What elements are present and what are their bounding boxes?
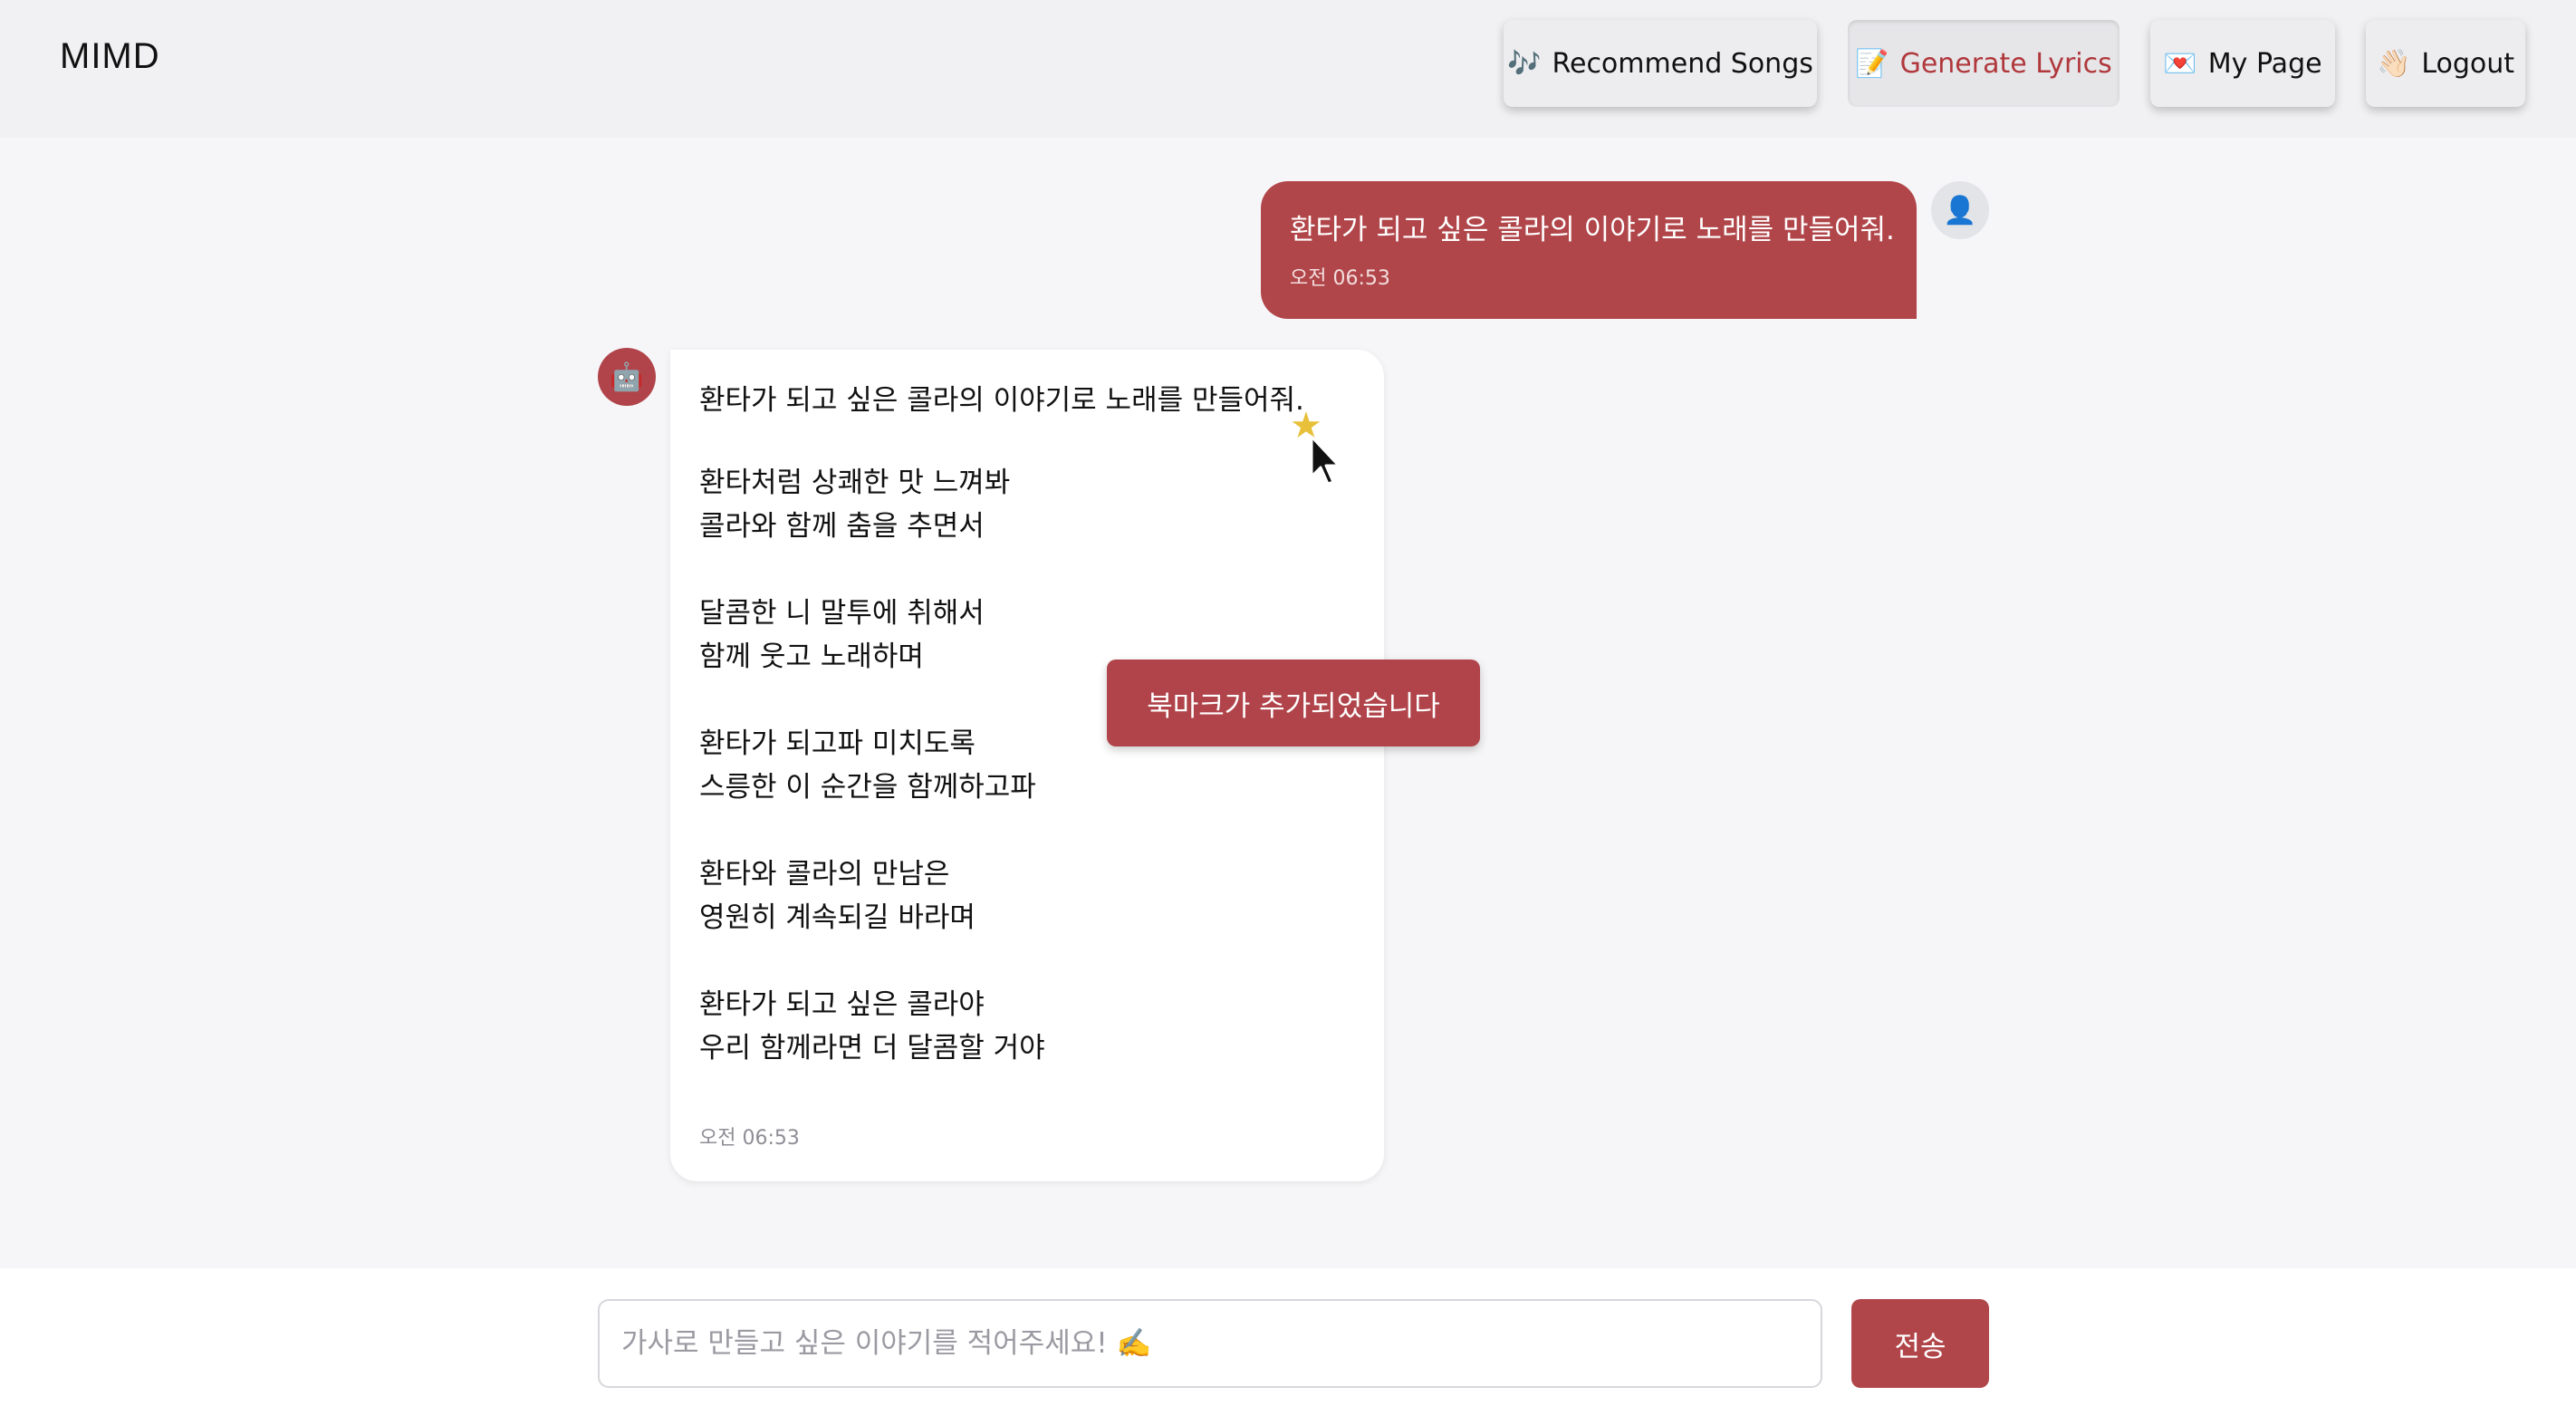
bot-message-title: 환타가 되고 싶은 콜라의 이야기로 노래를 만들어줘. — [699, 384, 1304, 417]
header: MIMD 🎶 Recommend Songs 📝 Generate Lyrics… — [0, 0, 2576, 138]
user-message-bubble: 환타가 되고 싶은 콜라의 이야기로 노래를 만들어줘. 오전 06:53 — [1261, 181, 1917, 319]
my-page-button[interactable]: 💌 My Page — [2150, 20, 2335, 107]
mouse-cursor-icon — [1310, 435, 1341, 486]
lyrics-line: 환타처럼 상쾌한 맛 느껴봐 — [699, 467, 1011, 499]
memo-icon: 📝 — [1855, 47, 1889, 80]
input-bar: 전송 — [0, 1268, 2576, 1406]
music-notes-icon: 🎶 — [1507, 47, 1542, 80]
bot-message-time: 오전 06:53 — [699, 1127, 800, 1150]
lyrics-stanza: 환타가 되고 싶은 콜라야 우리 함께라면 더 달콤할 거야 — [699, 983, 1355, 1070]
send-button[interactable]: 전송 — [1851, 1299, 1989, 1388]
love-letter-icon: 💌 — [2163, 47, 2197, 80]
bot-avatar-icon: 🤖 — [598, 348, 656, 406]
lyrics-line: 우리 함께라면 더 달콤할 거야 — [699, 1032, 1045, 1064]
bot-message-bubble: 환타가 되고 싶은 콜라의 이야기로 노래를 만들어줘. 환타처럼 상쾌한 맛 … — [670, 350, 1384, 1181]
user-message-time: 오전 06:53 — [1290, 267, 1390, 290]
lyrics-stanza: 환타처럼 상쾌한 맛 느껴봐 콜라와 함께 춤을 추면서 — [699, 461, 1355, 548]
recommend-songs-button[interactable]: 🎶 Recommend Songs — [1504, 20, 1817, 107]
lyrics-stanza: 환타와 콜라의 만남은 영원히 계속되길 바라며 — [699, 852, 1355, 939]
lyrics-line: 환타가 되고 싶은 콜라야 — [699, 988, 985, 1021]
user-message-text: 환타가 되고 싶은 콜라의 이야기로 노래를 만들어줘. — [1290, 214, 1895, 246]
waving-hand-icon: 👋🏻 — [2376, 47, 2411, 80]
generate-lyrics-label: Generate Lyrics — [1899, 47, 2112, 80]
recommend-songs-label: Recommend Songs — [1552, 47, 1813, 80]
my-page-label: My Page — [2207, 47, 2322, 80]
bookmark-toast: 북마크가 추가되었습니다 — [1107, 660, 1480, 746]
lyrics-line: 달콤한 니 말투에 취해서 — [699, 597, 985, 630]
logout-label: Logout — [2421, 47, 2515, 80]
generate-lyrics-button[interactable]: 📝 Generate Lyrics — [1848, 20, 2119, 107]
app-logo[interactable]: MIMD — [60, 36, 160, 77]
lyrics-line: 콜라와 함께 춤을 추면서 — [699, 510, 985, 543]
user-avatar-icon: 👤 — [1931, 181, 1989, 239]
lyrics-line: 환타와 콜라의 만남은 — [699, 858, 950, 891]
logout-button[interactable]: 👋🏻 Logout — [2366, 20, 2525, 107]
lyrics-line: 스릉한 이 순간을 함께하고파 — [699, 771, 1036, 804]
lyrics-line: 영원히 계속되길 바라며 — [699, 901, 976, 934]
message-input[interactable] — [598, 1299, 1822, 1388]
